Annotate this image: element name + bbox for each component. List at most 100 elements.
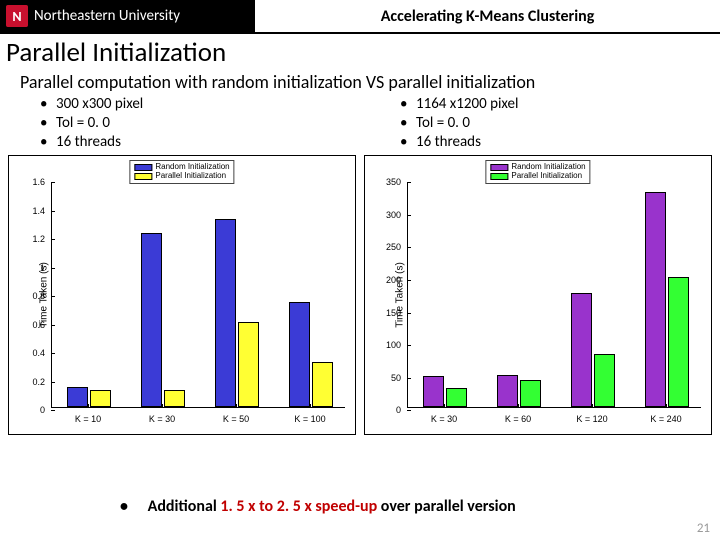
y-tick-label: 0.6 (32, 320, 45, 330)
y-tick-mark (407, 280, 411, 281)
bar (520, 380, 541, 407)
y-tick-label: 250 (386, 242, 401, 252)
y-ticks: 00.20.40.60.811.21.41.6 (9, 182, 49, 408)
university-logo-block: N Northeastern University (0, 0, 255, 32)
x-tick-mark (592, 404, 593, 408)
bar (312, 362, 333, 408)
param-columns: 300 x300 pixel Tol = 0. 0 16 threads 116… (0, 93, 720, 153)
x-tick-mark (444, 404, 445, 408)
y-tick-label: 1.2 (32, 234, 45, 244)
x-tick-mark (518, 404, 519, 408)
bar (164, 390, 185, 407)
y-tick-label: 150 (386, 308, 401, 318)
y-tick-label: 1.4 (32, 206, 45, 216)
x-tick-label: K = 30 (149, 414, 175, 424)
x-tick-mark (310, 404, 311, 408)
conclusion-suffix: over parallel version (377, 497, 516, 516)
plot-area (407, 182, 701, 408)
bar (238, 322, 259, 408)
plot-area (51, 182, 345, 408)
y-tick-label: 1.6 (32, 177, 45, 187)
deck-title: Accelerating K-Means Clustering (255, 0, 720, 32)
y-tick-label: 0 (396, 405, 401, 415)
x-tick-label: K = 30 (431, 414, 457, 424)
list-item: 300 x300 pixel (40, 95, 350, 114)
y-tick-label: 1 (40, 263, 45, 273)
x-tick-label: K = 50 (223, 414, 249, 424)
conclusion-em: 1. 5 x to 2. 5 x speed-up (220, 497, 377, 516)
x-ticks: K = 10 K = 30 K = 50 K = 100 (51, 410, 345, 434)
y-tick-mark (407, 378, 411, 379)
y-tick-mark (407, 247, 411, 248)
bullet-icon: • (120, 497, 144, 516)
bar (645, 192, 666, 407)
legend-label: Parallel Initialization (155, 172, 226, 181)
y-tick-mark (51, 353, 55, 354)
list-item: 1164 x1200 pixel (400, 95, 710, 114)
y-tick-mark (51, 268, 55, 269)
y-ticks: 050100150200250300350 (365, 182, 405, 408)
y-tick-mark (51, 325, 55, 326)
y-tick-label: 200 (386, 275, 401, 285)
x-ticks: K = 30K = 60K = 120K = 240 (407, 410, 701, 434)
bar (215, 219, 236, 407)
bar (594, 354, 615, 407)
y-tick-mark (51, 382, 55, 383)
swatch-icon (490, 173, 508, 180)
bar (141, 233, 162, 407)
y-tick-label: 300 (386, 210, 401, 220)
charts-row: Random Initialization Parallel Initializ… (0, 153, 720, 435)
y-tick-label: 0 (40, 405, 45, 415)
y-tick-label: 350 (386, 177, 401, 187)
y-tick-label: 0.4 (32, 348, 45, 358)
page-number: 21 (697, 521, 710, 536)
x-tick-label: K = 60 (505, 414, 531, 424)
y-tick-label: 100 (386, 340, 401, 350)
section-title: Parallel Initialization (0, 34, 720, 69)
x-tick-label: K = 100 (294, 414, 325, 424)
university-name: Northeastern University (34, 7, 180, 25)
list-item: Tol = 0. 0 (40, 114, 350, 133)
y-tick-mark (51, 296, 55, 297)
x-tick-mark (666, 404, 667, 408)
bar (289, 302, 310, 407)
topbar: N Northeastern University Accelerating K… (0, 0, 720, 32)
right-params: 1164 x1200 pixel Tol = 0. 0 16 threads (360, 93, 720, 153)
list-item: 16 threads (40, 133, 350, 152)
chart-right: Random Initialization Parallel Initializ… (364, 155, 712, 435)
y-tick-mark (51, 239, 55, 240)
bar (67, 387, 88, 407)
bar (497, 375, 518, 408)
x-tick-mark (236, 404, 237, 408)
slide: N Northeastern University Accelerating K… (0, 0, 720, 540)
y-tick-mark (51, 211, 55, 212)
y-tick-mark (51, 410, 55, 411)
x-tick-label: K = 10 (75, 414, 101, 424)
subtitle: Parallel computation with random initial… (0, 71, 720, 93)
conclusion: • Additional 1. 5 x to 2. 5 x speed-up o… (0, 497, 720, 516)
bar (668, 277, 689, 407)
chart-left: Random Initialization Parallel Initializ… (8, 155, 356, 435)
swatch-icon (134, 164, 152, 171)
list-item: 16 threads (400, 133, 710, 152)
swatch-icon (490, 164, 508, 171)
x-tick-label: K = 120 (576, 414, 607, 424)
x-tick-mark (162, 404, 163, 408)
bar (90, 390, 111, 407)
y-tick-mark (407, 182, 411, 183)
y-tick-label: 0.2 (32, 377, 45, 387)
y-tick-label: 50 (391, 373, 401, 383)
left-params: 300 x300 pixel Tol = 0. 0 16 threads (0, 93, 360, 153)
list-item: Tol = 0. 0 (400, 114, 710, 133)
bar (446, 388, 467, 408)
university-logo-icon: N (6, 5, 28, 27)
legend-label: Parallel Initialization (511, 172, 582, 181)
x-tick-mark (88, 404, 89, 408)
swatch-icon (134, 173, 152, 180)
conclusion-prefix: Additional (148, 497, 221, 516)
y-tick-mark (407, 410, 411, 411)
y-tick-mark (407, 345, 411, 346)
y-tick-mark (407, 313, 411, 314)
bar (571, 293, 592, 407)
y-tick-mark (51, 182, 55, 183)
